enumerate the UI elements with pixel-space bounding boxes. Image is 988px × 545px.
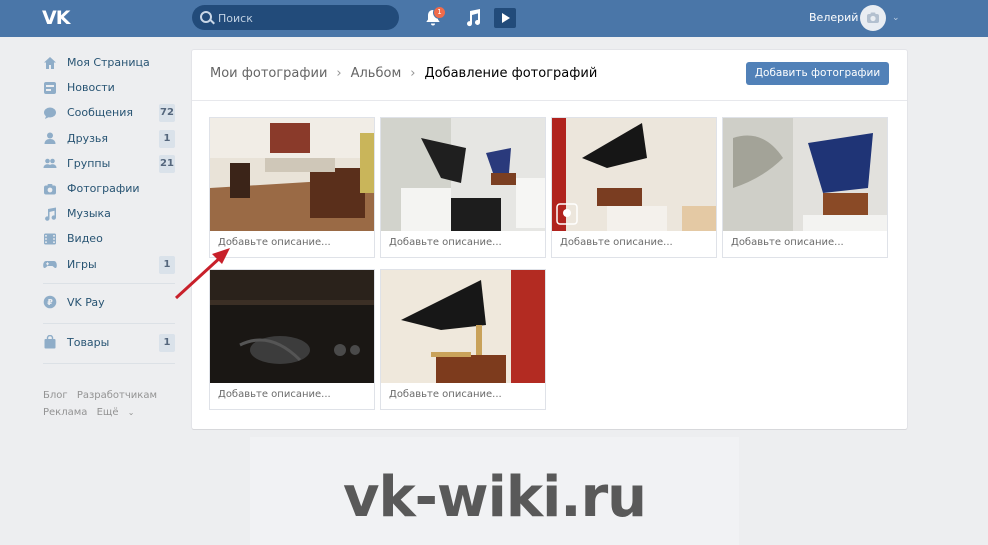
counter-badge: 21	[159, 154, 175, 173]
groups-icon	[43, 159, 57, 169]
chevron-down-icon[interactable]: ⌄	[892, 13, 900, 23]
upload-card: Мои фотографии › Альбом › Добавление фотогра…	[192, 50, 907, 429]
footer-link-more[interactable]: Ещё ⌄	[97, 407, 141, 418]
sidebar-item-label: Игры	[67, 257, 97, 271]
counter-badge: 72	[159, 104, 175, 123]
sidebar-item-video[interactable]: Видео	[41, 226, 179, 251]
counter-badge: 1	[159, 129, 175, 148]
play-icon	[502, 13, 510, 23]
sidebar-item-label: Друзья	[67, 131, 109, 145]
sidebar-item-label: Сообщения	[67, 106, 134, 120]
photo-tile[interactable]: Добавьте описание...	[380, 269, 546, 410]
user-name[interactable]: Велерий	[809, 11, 858, 24]
watermark-text: vk-wiki.ru	[342, 465, 647, 530]
search-input[interactable]	[216, 8, 390, 29]
sidebar-item-games[interactable]: Игры 1	[41, 252, 179, 277]
sidebar-item-photos[interactable]: Фотографии	[41, 176, 179, 201]
play-button[interactable]	[494, 8, 516, 28]
breadcrumb-album[interactable]: Альбом	[351, 66, 402, 81]
avatar[interactable]	[860, 5, 886, 31]
sidebar-item-groups[interactable]: Группы 21	[41, 151, 179, 176]
photo-thumbnail[interactable]	[552, 118, 716, 231]
watermark-panel: vk-wiki.ru	[250, 437, 739, 545]
photo-thumbnail[interactable]	[381, 118, 545, 231]
top-bar: VK 1 Велерий ⌄	[0, 0, 988, 37]
divider	[43, 363, 175, 365]
counter-badge: 1	[159, 333, 175, 352]
sidebar-item-label: Видео	[67, 232, 103, 246]
sidebar-item-music[interactable]: Музыка	[41, 201, 179, 226]
chevron-right-icon: ›	[336, 66, 342, 81]
camera-avatar-icon	[867, 12, 879, 23]
music-player-icon[interactable]	[464, 9, 480, 27]
search-icon	[200, 11, 212, 23]
photo-tile[interactable]: Добавьте описание...	[722, 117, 888, 258]
vk-logo[interactable]: VK	[42, 7, 70, 29]
sidebar-item-news[interactable]: Новости	[41, 75, 179, 100]
footer-link-ads[interactable]: Реклама	[43, 407, 87, 418]
sidebar-item-label: VK Pay	[67, 295, 105, 309]
chevron-right-icon: ›	[410, 66, 416, 81]
footer-link-developers[interactable]: Разработчикам	[77, 390, 157, 401]
svg-text:₽: ₽	[47, 298, 53, 307]
news-icon	[44, 81, 56, 94]
notification-badge: 1	[433, 6, 446, 19]
video-icon	[44, 233, 56, 245]
photo-tile[interactable]: Добавьте описание...	[209, 117, 375, 258]
photo-description-input[interactable]: Добавьте описание...	[218, 389, 331, 400]
photo-thumbnail[interactable]	[381, 270, 545, 383]
home-icon	[44, 56, 56, 69]
music-icon	[45, 207, 56, 221]
sidebar-item-goods[interactable]: Товары 1	[41, 330, 179, 355]
add-photos-button[interactable]: Добавить фотографии	[746, 62, 889, 85]
sidebar-item-label: Фотографии	[67, 182, 140, 196]
chevron-down-icon: ⌄	[127, 408, 135, 417]
divider	[43, 282, 175, 284]
search-box[interactable]	[192, 5, 399, 30]
divider	[43, 322, 175, 324]
bag-icon	[44, 335, 56, 349]
photo-tile[interactable]: Добавьте описание...	[380, 117, 546, 258]
sidebar-item-vkpay[interactable]: ₽ VK Pay	[41, 290, 179, 315]
photo-description-input[interactable]: Добавьте описание...	[560, 237, 673, 248]
gamepad-icon	[43, 261, 57, 269]
photo-description-input[interactable]: Добавьте описание...	[389, 389, 502, 400]
sidebar-item-my-page[interactable]: Моя Страница	[41, 50, 179, 75]
footer-link-more-label: Ещё	[96, 407, 119, 418]
sidebar-item-label: Новости	[67, 81, 115, 95]
sidebar-item-label: Моя Страница	[67, 56, 150, 70]
left-sidebar: Моя Страница Новости Сообщения 72 Друзья…	[41, 50, 179, 370]
annotation-arrow-icon	[174, 248, 230, 300]
photo-thumbnail[interactable]	[210, 118, 374, 231]
friend-icon	[44, 132, 56, 145]
breadcrumb-my-photos[interactable]: Мои фотографии	[210, 66, 327, 81]
sidebar-item-label: Товары	[67, 335, 110, 349]
vkpay-icon: ₽	[43, 295, 57, 309]
photo-description-input[interactable]: Добавьте описание...	[731, 237, 844, 248]
sidebar-item-messages[interactable]: Сообщения 72	[41, 100, 179, 125]
sidebar-footer: Блог Разработчикам Реклама Ещё ⌄	[43, 387, 183, 421]
photo-thumbnail[interactable]	[723, 118, 887, 231]
photo-tile[interactable]: Добавьте описание...	[551, 117, 717, 258]
sidebar-item-label: Музыка	[67, 207, 111, 221]
photo-description-input[interactable]: Добавьте описание...	[389, 237, 502, 248]
camera-icon	[44, 183, 56, 195]
messages-icon	[44, 107, 56, 119]
sidebar-item-friends[interactable]: Друзья 1	[41, 126, 179, 151]
divider	[192, 100, 907, 101]
footer-link-blog[interactable]: Блог	[43, 390, 68, 401]
sidebar-item-label: Группы	[67, 156, 111, 170]
breadcrumb-current: Добавление фотографий	[424, 66, 598, 81]
breadcrumb: Мои фотографии › Альбом › Добавление фотогра…	[210, 66, 597, 81]
